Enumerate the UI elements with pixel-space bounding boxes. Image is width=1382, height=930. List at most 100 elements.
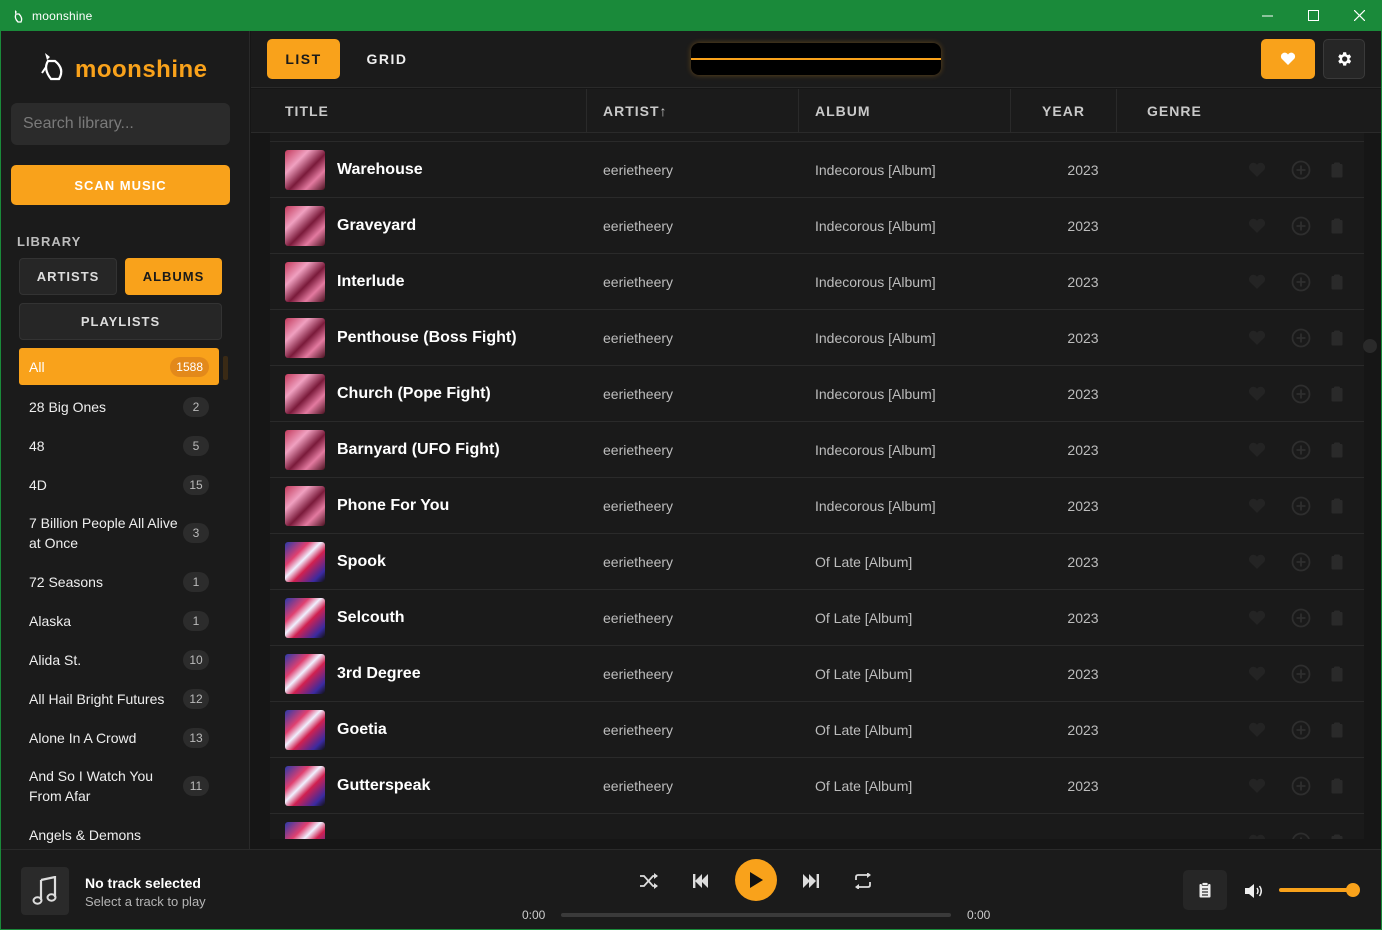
add-to-queue-icon[interactable]: [1327, 608, 1347, 628]
column-header-year[interactable]: YEAR: [1011, 89, 1117, 133]
add-to-playlist-icon[interactable]: [1291, 440, 1311, 460]
shuffle-button[interactable]: [637, 869, 661, 893]
album-item[interactable]: 48 5: [19, 426, 219, 465]
add-to-queue-icon[interactable]: [1327, 832, 1347, 839]
add-to-queue-icon[interactable]: [1327, 440, 1347, 460]
favorite-heart-icon[interactable]: [1247, 664, 1267, 684]
table-row[interactable]: Goetia eerietheery Of Late [Album] 2023: [270, 702, 1364, 758]
scan-music-button[interactable]: SCAN MUSIC: [11, 165, 230, 205]
album-name: Alaska: [29, 612, 72, 629]
add-to-playlist-icon[interactable]: [1291, 552, 1311, 572]
library-label: LIBRARY: [17, 234, 82, 249]
table-row[interactable]: Spook eerietheery Of Late [Album] 2023: [270, 534, 1364, 590]
table-row[interactable]: Warehouse eerietheery Indecorous [Album] 20…: [270, 142, 1364, 198]
table-scrollbar-thumb[interactable]: [1363, 339, 1377, 353]
add-to-queue-icon[interactable]: [1327, 776, 1347, 796]
favorite-heart-icon[interactable]: [1247, 552, 1267, 572]
table-row[interactable]: Graveyard eerietheery Indecorous [Album] 20…: [270, 198, 1364, 254]
album-item[interactable]: All Hail Bright Futures 12: [19, 679, 219, 718]
album-list: All 1588 28 Big Ones 2 48 5 4D 15 7 Bill…: [19, 348, 231, 849]
table-row[interactable]: Penthouse (Boss Fight) eerietheery Indecor…: [270, 310, 1364, 366]
favorite-heart-icon[interactable]: [1247, 608, 1267, 628]
column-header-artist[interactable]: ARTIST↑: [587, 89, 799, 133]
add-to-queue-icon[interactable]: [1327, 664, 1347, 684]
favorite-heart-icon[interactable]: [1247, 272, 1267, 292]
table-row[interactable]: [270, 814, 1364, 839]
add-to-playlist-icon[interactable]: [1291, 832, 1311, 839]
volume-slider[interactable]: [1279, 888, 1353, 892]
settings-button[interactable]: [1323, 39, 1365, 79]
tab-albums[interactable]: ALBUMS: [125, 258, 222, 295]
favorite-heart-icon[interactable]: [1247, 832, 1267, 839]
add-to-queue-icon[interactable]: [1327, 272, 1347, 292]
favorite-heart-icon[interactable]: [1247, 216, 1267, 236]
add-to-playlist-icon[interactable]: [1291, 328, 1311, 348]
minimize-button[interactable]: [1244, 0, 1290, 31]
seek-bar[interactable]: [561, 913, 951, 917]
next-button[interactable]: [799, 869, 823, 893]
grid-view-button[interactable]: GRID: [351, 39, 423, 79]
album-item[interactable]: Alone In A Crowd 13: [19, 718, 219, 757]
favorite-heart-icon[interactable]: [1247, 440, 1267, 460]
sidebar-scrollbar[interactable]: [223, 356, 228, 380]
previous-button[interactable]: [689, 869, 713, 893]
add-to-queue-icon[interactable]: [1327, 720, 1347, 740]
add-to-queue-icon[interactable]: [1327, 328, 1347, 348]
search-input[interactable]: [11, 103, 230, 145]
add-to-playlist-icon[interactable]: [1291, 216, 1311, 236]
add-to-playlist-icon[interactable]: [1291, 776, 1311, 796]
list-view-button[interactable]: LIST: [267, 39, 340, 79]
add-to-queue-icon[interactable]: [1327, 552, 1347, 572]
play-button[interactable]: [735, 859, 777, 901]
add-to-queue-icon[interactable]: [1327, 216, 1347, 236]
volume-slider-handle[interactable]: [1346, 883, 1360, 897]
tab-playlists[interactable]: PLAYLISTS: [19, 303, 222, 340]
queue-button[interactable]: [1183, 870, 1227, 910]
add-to-playlist-icon[interactable]: [1291, 496, 1311, 516]
album-count-badge: 10: [183, 649, 209, 670]
tab-artists[interactable]: ARTISTS: [19, 258, 117, 295]
favorite-heart-icon[interactable]: [1247, 496, 1267, 516]
track-title: Interlude: [337, 272, 405, 290]
album-art-thumbnail: [285, 486, 325, 526]
table-row[interactable]: Gutterspeak eerietheery Of Late [Album] 202…: [270, 758, 1364, 814]
add-to-queue-icon[interactable]: [1327, 160, 1347, 180]
album-item[interactable]: 4D 15: [19, 465, 219, 504]
volume-button[interactable]: [1243, 880, 1265, 902]
add-to-queue-icon[interactable]: [1327, 384, 1347, 404]
column-header-title[interactable]: TITLE: [251, 89, 587, 133]
window-titlebar: moonshine: [0, 0, 1382, 31]
album-item[interactable]: Alaska 1: [19, 601, 219, 640]
favorite-heart-icon[interactable]: [1247, 384, 1267, 404]
album-item[interactable]: And So I Watch You From Afar 11: [19, 757, 219, 815]
table-row[interactable]: Selcouth eerietheery Of Late [Album] 2023: [270, 590, 1364, 646]
column-header-genre[interactable]: GENRE: [1117, 89, 1381, 133]
add-to-playlist-icon[interactable]: [1291, 608, 1311, 628]
table-row[interactable]: Interlude eerietheery Indecorous [Album] 20…: [270, 254, 1364, 310]
column-header-album[interactable]: ALBUM: [799, 89, 1011, 133]
album-item-all[interactable]: All 1588: [19, 348, 219, 385]
table-row[interactable]: Phone For You eerietheery Indecorous [Albu…: [270, 478, 1364, 534]
album-item[interactable]: Angels & Demons: [19, 815, 219, 849]
table-row[interactable]: 3rd Degree eerietheery Of Late [Album] 2023: [270, 646, 1364, 702]
maximize-button[interactable]: [1290, 0, 1336, 31]
add-to-playlist-icon[interactable]: [1291, 664, 1311, 684]
repeat-button[interactable]: [851, 869, 875, 893]
favorite-heart-icon[interactable]: [1247, 160, 1267, 180]
favorite-heart-icon[interactable]: [1247, 776, 1267, 796]
add-to-playlist-icon[interactable]: [1291, 384, 1311, 404]
favorites-button[interactable]: [1261, 39, 1315, 79]
add-to-playlist-icon[interactable]: [1291, 272, 1311, 292]
album-item[interactable]: Alida St. 10: [19, 640, 219, 679]
add-to-playlist-icon[interactable]: [1291, 720, 1311, 740]
table-row[interactable]: Barnyard (UFO Fight) eerietheery Indecorou…: [270, 422, 1364, 478]
favorite-heart-icon[interactable]: [1247, 328, 1267, 348]
album-item[interactable]: 28 Big Ones 2: [19, 387, 219, 426]
album-item[interactable]: 72 Seasons 1: [19, 562, 219, 601]
close-button[interactable]: [1336, 0, 1382, 31]
add-to-playlist-icon[interactable]: [1291, 160, 1311, 180]
album-item[interactable]: 7 Billion People All Alive at Once 3: [19, 504, 219, 562]
favorite-heart-icon[interactable]: [1247, 720, 1267, 740]
add-to-queue-icon[interactable]: [1327, 496, 1347, 516]
table-row[interactable]: Church (Pope Fight) eerietheery Indecorous…: [270, 366, 1364, 422]
